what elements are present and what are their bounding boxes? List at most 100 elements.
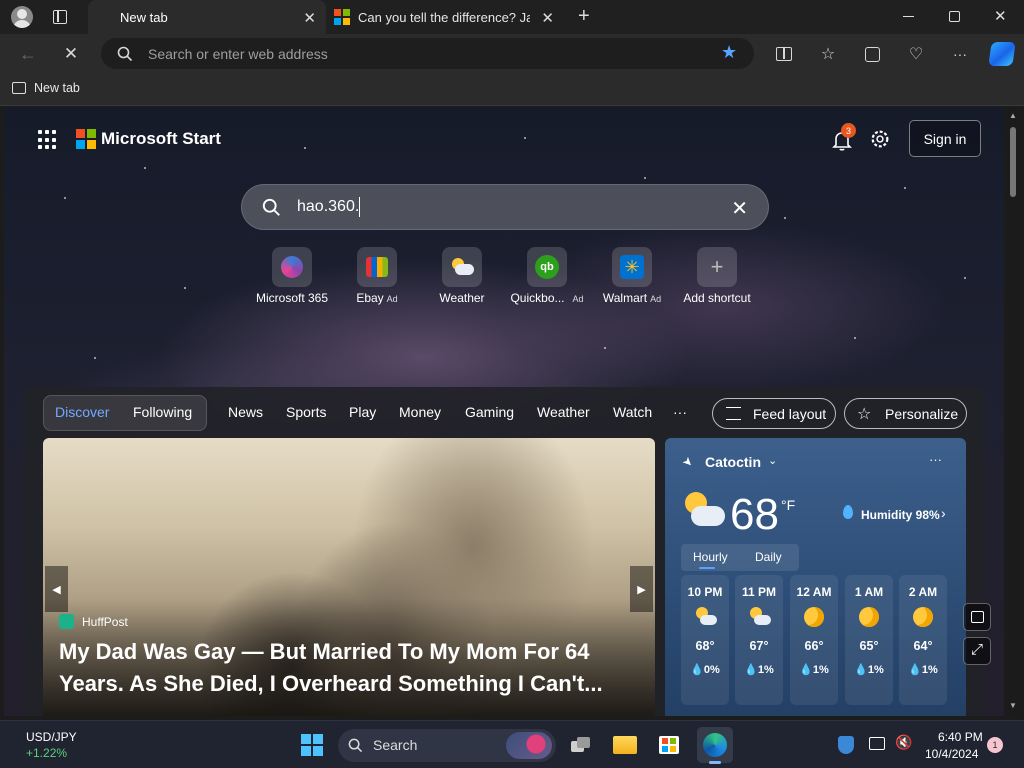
settings-gear-icon[interactable]: [869, 128, 891, 150]
carousel-prev-button[interactable]: ◀: [45, 566, 68, 612]
favorites-item-new-tab[interactable]: New tab: [12, 81, 80, 95]
scroll-down-icon[interactable]: ▼: [1009, 701, 1017, 710]
edge-browser-icon[interactable]: [697, 727, 733, 764]
tab-news[interactable]: News: [228, 404, 263, 420]
shortcut-walmart[interactable]: ✳ Walmart Ad: [589, 247, 675, 305]
hourly-forecast-2am[interactable]: 2 AM 64° 💧1%: [899, 575, 947, 705]
stop-loading-icon[interactable]: ✕: [60, 43, 82, 65]
shortcut-add[interactable]: + Add shortcut: [674, 247, 760, 305]
partly-cloudy-icon: [681, 490, 727, 532]
tab-gaming[interactable]: Gaming: [465, 404, 514, 420]
defender-warning-icon[interactable]: [838, 736, 854, 754]
tab-video[interactable]: Can you tell the difference? Jake ✕: [328, 0, 564, 34]
address-bar[interactable]: Search or enter web address ★: [101, 38, 754, 69]
carousel-next-button[interactable]: ▶: [630, 566, 653, 612]
feed-panel: Discover Following News Sports Play Mone…: [23, 387, 985, 716]
microsoft-365-icon: [281, 256, 303, 278]
chevron-down-icon[interactable]: ⌄: [768, 454, 777, 467]
hourly-forecast-11pm[interactable]: 11 PM 67° 💧1%: [735, 575, 783, 705]
chevron-right-icon[interactable]: ›: [941, 505, 946, 521]
more-options-icon[interactable]: ···: [949, 43, 971, 65]
start-button[interactable]: [297, 730, 327, 760]
new-tab-button[interactable]: +: [578, 5, 590, 28]
active-tab-indicator: [699, 567, 715, 569]
web-search-input[interactable]: hao.360. ✕: [241, 184, 769, 230]
shortcut-ebay[interactable]: Ebay Ad: [334, 247, 420, 305]
tab-watch[interactable]: Watch: [613, 404, 652, 420]
shortcut-weather[interactable]: Weather: [419, 247, 505, 305]
shortcut-microsoft-365[interactable]: Microsoft 365: [249, 247, 335, 305]
minimize-button[interactable]: [903, 16, 914, 17]
network-icon[interactable]: [869, 737, 885, 750]
expand-button[interactable]: ⤢: [963, 637, 991, 665]
sliders-icon: [726, 407, 741, 420]
temperature-unit: °F: [781, 497, 796, 513]
scroll-up-icon[interactable]: ▲: [1009, 111, 1017, 120]
tab-play[interactable]: Play: [349, 404, 376, 420]
headline[interactable]: My Dad Was Gay — But Married To My Mom F…: [59, 636, 649, 700]
personalize-button[interactable]: ☆ Personalize: [844, 398, 967, 429]
background-image-button[interactable]: [963, 603, 991, 631]
hero-news-card[interactable]: ◀ ▶ HuffPost My Dad Was Gay — But Marrie…: [43, 438, 655, 716]
tab-new-tab[interactable]: New tab ✕: [88, 0, 326, 34]
hourly-forecast-10pm[interactable]: 10 PM 68° 💧0%: [681, 575, 729, 705]
partly-cloudy-icon: [450, 257, 474, 277]
tab-weather[interactable]: Weather: [537, 404, 590, 420]
close-icon[interactable]: ✕: [541, 9, 554, 27]
stock-ticker-change[interactable]: +1.22%: [26, 746, 67, 760]
microsoft-store-icon[interactable]: [654, 730, 684, 760]
sparkle-star-icon: ☆: [857, 406, 872, 423]
browser-essentials-icon[interactable]: ♡: [905, 43, 927, 65]
tab-hourly[interactable]: Hourly: [693, 550, 728, 564]
weather-card[interactable]: ➤ Catoctin ⌄ ··· 68 °F Humidity 98% › Ho…: [665, 438, 966, 716]
humidity[interactable]: Humidity 98%: [861, 508, 940, 522]
back-icon[interactable]: ←: [17, 43, 39, 65]
shopping-bag-icon: [366, 257, 388, 277]
tab-sports[interactable]: Sports: [286, 404, 326, 420]
clear-search-icon[interactable]: ✕: [731, 196, 748, 221]
sign-in-button[interactable]: Sign in: [909, 120, 981, 157]
more-options-icon[interactable]: ···: [929, 452, 942, 467]
app-launcher-icon[interactable]: [38, 130, 58, 150]
search-highlight-image: [506, 732, 552, 759]
hourly-forecast-1am[interactable]: 1 AM 65° 💧1%: [845, 575, 893, 705]
stock-ticker-name[interactable]: USD/JPY: [26, 730, 77, 744]
volume-muted-icon[interactable]: 🔇: [895, 734, 912, 751]
clock-time[interactable]: 6:40 PM: [938, 730, 983, 744]
feed-layout-button[interactable]: Feed layout: [712, 398, 836, 429]
tab-daily[interactable]: Daily: [755, 550, 782, 564]
forecast-tabs: Hourly Daily: [681, 544, 799, 571]
notification-badge: 3: [841, 123, 856, 138]
taskbar-search-box[interactable]: Search: [338, 729, 556, 762]
scrollbar-thumb[interactable]: [1010, 127, 1016, 197]
clock-date[interactable]: 10/4/2024: [925, 747, 978, 761]
favorites-icon[interactable]: ☆: [817, 43, 839, 65]
windows-taskbar: USD/JPY +1.22% Search 🔇 6:40 PM 10/4/202…: [0, 720, 1024, 768]
brand-title[interactable]: Microsoft Start: [101, 129, 221, 149]
tab-money[interactable]: Money: [399, 404, 441, 420]
favorites-item-label: New tab: [34, 81, 80, 95]
tab-following[interactable]: Following: [133, 404, 192, 420]
notification-badge[interactable]: 1: [987, 737, 1003, 753]
profile-avatar[interactable]: [11, 6, 33, 28]
split-screen-icon[interactable]: [773, 43, 795, 65]
task-view-icon[interactable]: [566, 730, 596, 760]
rain-drop-icon: 💧: [799, 664, 813, 676]
shortcut-quickbooks[interactable]: qb Quickbo... Ad: [504, 247, 590, 305]
tab-actions-icon[interactable]: [53, 10, 67, 24]
tab-discover[interactable]: Discover: [55, 404, 109, 420]
more-tabs-icon[interactable]: ···: [673, 404, 687, 420]
page-icon: [12, 82, 26, 94]
copilot-icon[interactable]: [988, 42, 1016, 66]
weather-location[interactable]: Catoctin: [705, 454, 761, 470]
close-window-button[interactable]: ✕: [994, 7, 1007, 25]
collections-icon[interactable]: [861, 43, 883, 65]
favorite-star-icon[interactable]: ★: [721, 42, 737, 63]
search-icon: [262, 198, 280, 216]
moon-icon: [857, 607, 881, 629]
page-scrollbar[interactable]: ▲ ▼: [1006, 107, 1020, 716]
restore-button[interactable]: [949, 11, 960, 22]
file-explorer-icon[interactable]: [610, 730, 640, 760]
close-icon[interactable]: ✕: [303, 9, 316, 27]
hourly-forecast-12am[interactable]: 12 AM 66° 💧1%: [790, 575, 838, 705]
